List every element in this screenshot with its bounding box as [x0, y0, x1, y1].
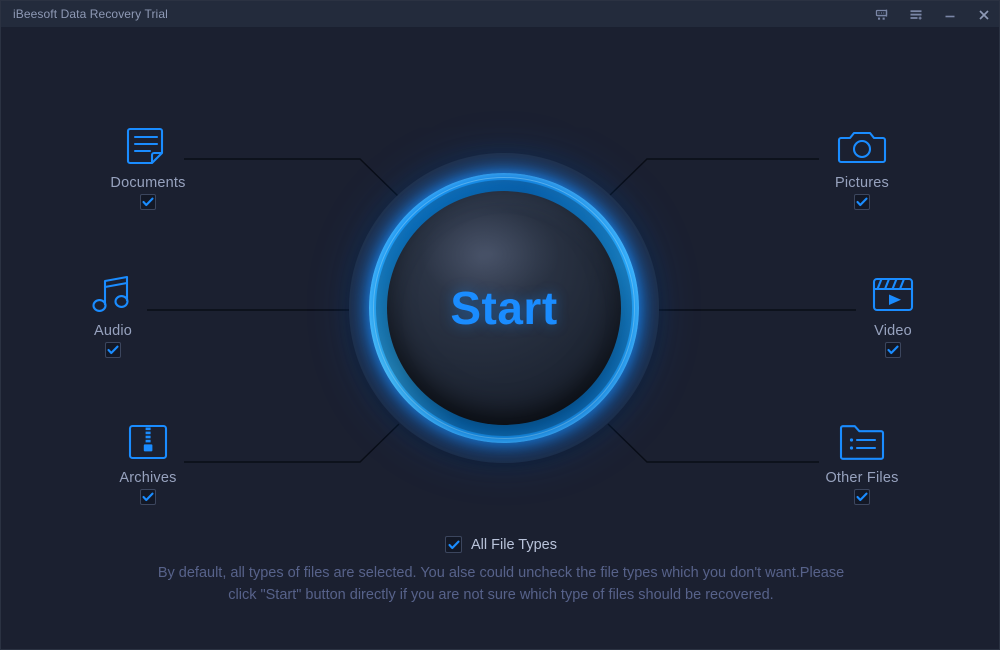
all-file-types-label: All File Types	[471, 536, 557, 553]
minimize-icon[interactable]	[933, 1, 967, 28]
file-type-audio[interactable]: Audio	[43, 271, 183, 358]
start-button-assembly: Start	[349, 153, 659, 463]
file-type-checkbox[interactable]	[854, 489, 870, 505]
folder-icon	[836, 418, 888, 466]
all-file-types-row[interactable]: All File Types	[1, 536, 999, 553]
file-type-checkbox[interactable]	[140, 489, 156, 505]
close-icon[interactable]	[967, 1, 999, 28]
menu-icon[interactable]	[899, 1, 933, 28]
file-type-label: Pictures	[835, 175, 889, 191]
window-controls	[865, 1, 999, 28]
start-button[interactable]: Start	[387, 191, 621, 425]
clapboard-icon	[867, 271, 919, 319]
file-type-other[interactable]: Other Files	[792, 418, 932, 505]
file-type-archives[interactable]: Archives	[78, 418, 218, 505]
file-type-checkbox[interactable]	[105, 342, 121, 358]
app-window: iBeesoft Data Recovery Trial Documents A…	[0, 0, 1000, 650]
file-type-pictures[interactable]: Pictures	[792, 123, 932, 210]
all-file-types-checkbox[interactable]	[445, 536, 463, 553]
window-title: iBeesoft Data Recovery Trial	[13, 7, 168, 21]
file-type-checkbox[interactable]	[885, 342, 901, 358]
music-note-icon	[87, 271, 139, 319]
file-type-label: Other Files	[825, 470, 899, 486]
file-type-label: Audio	[93, 323, 133, 339]
main-canvas: Documents Audio Archives Pictures Video …	[1, 28, 999, 649]
camera-icon	[836, 123, 888, 171]
title-bar: iBeesoft Data Recovery Trial	[1, 1, 999, 28]
file-type-label: Documents	[110, 175, 186, 191]
file-type-label: Video	[874, 323, 912, 339]
file-type-video[interactable]: Video	[823, 271, 963, 358]
file-type-documents[interactable]: Documents	[78, 123, 218, 210]
cart-icon[interactable]	[865, 1, 899, 28]
file-type-label: Archives	[119, 470, 177, 486]
document-icon	[122, 123, 174, 171]
description-text: By default, all types of files are selec…	[157, 565, 845, 603]
start-button-label: Start	[450, 282, 558, 334]
file-type-checkbox[interactable]	[140, 194, 156, 210]
archive-icon	[122, 418, 174, 466]
file-type-checkbox[interactable]	[854, 194, 870, 210]
